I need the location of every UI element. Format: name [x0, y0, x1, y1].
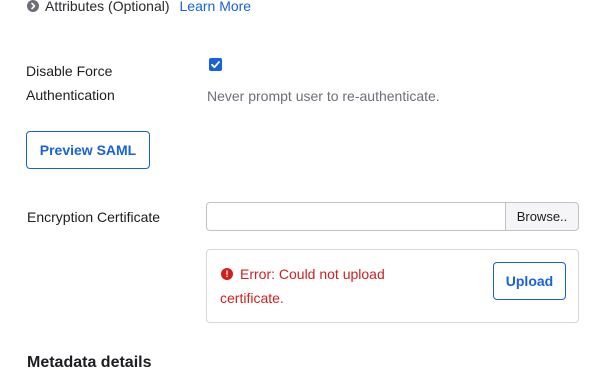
chevron-right-icon — [27, 0, 39, 12]
encryption-certificate-label: Encryption Certificate — [27, 209, 161, 225]
disable-force-auth-label: Disable Force Authentication — [26, 59, 115, 107]
error-icon: ! — [221, 268, 233, 280]
disable-force-auth-label-line1: Disable Force — [26, 63, 113, 79]
checkmark-icon — [211, 61, 220, 69]
certificate-file-input[interactable] — [206, 202, 505, 231]
error-message-line2: certificate. — [220, 290, 284, 306]
disable-force-auth-checkbox[interactable] — [209, 58, 222, 71]
attributes-label: Attributes (Optional) — [45, 0, 170, 14]
preview-saml-button[interactable]: Preview SAML — [26, 131, 150, 169]
browse-button[interactable]: Browse.. — [505, 202, 579, 231]
error-message-line1: Error: Could not upload — [240, 266, 385, 282]
metadata-details-heading: Metadata details — [27, 354, 152, 371]
upload-button[interactable]: Upload — [493, 262, 566, 300]
force-auth-hint: Never prompt user to re-authenticate. — [207, 88, 440, 104]
learn-more-link[interactable]: Learn More — [180, 0, 252, 14]
disable-force-auth-label-line2: Authentication — [26, 87, 115, 103]
attributes-toggle[interactable]: Attributes (Optional) Learn More — [27, 0, 251, 14]
